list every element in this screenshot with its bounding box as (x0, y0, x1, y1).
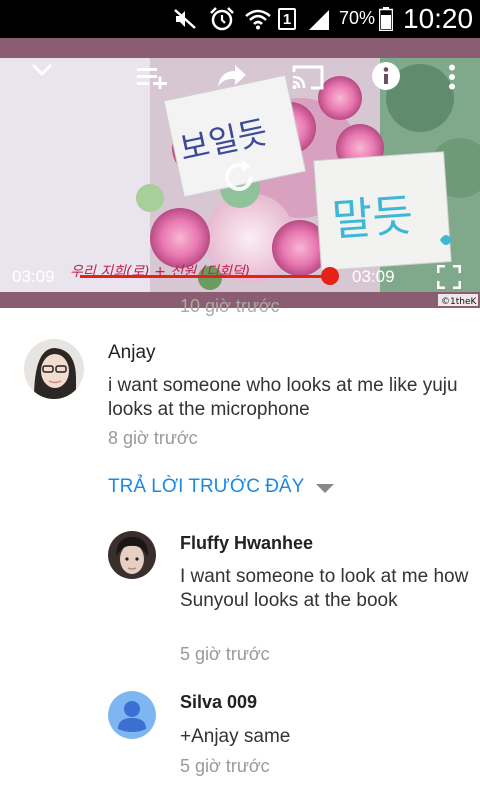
fullscreen-icon[interactable] (434, 262, 464, 292)
caret-down-icon (316, 483, 335, 493)
alarm-icon (208, 7, 236, 31)
collapse-chevron-icon[interactable] (24, 52, 60, 88)
comments-section: 10 giờ trước Anjay i want someone who lo… (0, 296, 480, 800)
replies-toggle-label: TRẢ LỜI TRƯỚC ĐÂY (108, 476, 305, 497)
sticky-note-right: 말듯 (330, 190, 414, 247)
sim-number: 1 (278, 8, 296, 30)
more-vert-icon[interactable] (440, 60, 464, 94)
video-player[interactable]: 보일듯 말듯 우리 지희(로) + 선원 (디회덕) ©1theK 03:09 … (0, 38, 480, 308)
reply-author[interactable]: Silva 009 (180, 692, 257, 713)
seek-bar-knob[interactable] (321, 267, 339, 285)
add-to-playlist-icon[interactable] (134, 60, 172, 94)
reply-time: 5 giờ trước (180, 756, 270, 776)
signal-icon (306, 7, 332, 31)
comment-text: i want someone who looks at me like yuju… (108, 375, 458, 420)
comment-author[interactable]: Anjay (108, 342, 156, 364)
seek-bar[interactable] (80, 267, 339, 285)
share-icon[interactable] (212, 58, 252, 94)
cast-icon[interactable] (288, 60, 328, 94)
cut-off-timestamp: 10 giờ trước (180, 296, 280, 316)
replay-icon[interactable] (216, 154, 262, 200)
reply-text: I want someone to look at me how Sunyoul… (180, 566, 469, 611)
wifi-icon (244, 7, 272, 31)
watermark: ©1theK (441, 297, 477, 307)
battery-percent: 70% (339, 8, 376, 28)
battery-icon (378, 7, 394, 31)
status-bar: 1 70% 10:20 (0, 0, 480, 38)
reply-author[interactable]: Fluffy Hwanhee (180, 533, 313, 554)
avatar[interactable] (24, 339, 84, 399)
reply-time: 5 giờ trước (180, 644, 270, 664)
sim-1-icon: 1 (276, 7, 298, 31)
comment-time: 8 giờ trước (108, 428, 198, 448)
reply-text: +Anjay same (180, 726, 291, 747)
avatar[interactable] (108, 531, 156, 579)
elapsed-time: 03:09 (12, 267, 55, 286)
duration-time: 03:09 (352, 267, 395, 286)
mute-icon (172, 7, 198, 31)
seek-bar-fill (80, 275, 330, 278)
view-previous-replies-button[interactable]: TRẢ LỜI TRƯỚC ĐÂY (108, 476, 335, 498)
info-icon[interactable] (368, 58, 404, 94)
avatar[interactable] (108, 691, 156, 739)
clock: 10:20 (403, 3, 474, 34)
